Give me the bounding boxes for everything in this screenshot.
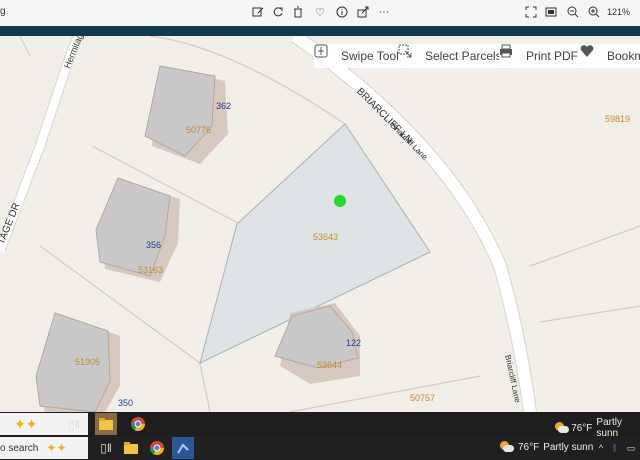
- network-icon[interactable]: ▭: [620, 437, 640, 459]
- draw-icon[interactable]: [250, 4, 266, 20]
- taskbar: ✦✦ ▯‖ 76°F Partly sunn o search ✦✦ ▯‖ 76…: [0, 412, 640, 460]
- address-label: 350: [118, 398, 134, 408]
- fit-icon[interactable]: [543, 4, 559, 20]
- task-view-icon[interactable]: ▯‖: [63, 413, 85, 435]
- info-icon[interactable]: [334, 4, 350, 20]
- sparkle-icon: ✦✦: [46, 441, 67, 455]
- location-marker: [334, 195, 346, 207]
- fullscreen-icon[interactable]: [523, 4, 539, 20]
- zoom-out-icon[interactable]: [565, 4, 581, 20]
- address-label: 356: [146, 240, 162, 250]
- weather-temp: 76°F: [518, 441, 540, 453]
- taskbar-row-bottom: o search ✦✦ ▯‖ 76°F Partly sunn ^ ᛒ ▭: [0, 436, 640, 460]
- share-icon[interactable]: [355, 4, 371, 20]
- parcel-label: 53163: [138, 265, 164, 275]
- parcel-label: 53643: [313, 232, 339, 242]
- printer-icon: [500, 44, 520, 64]
- task-view-icon[interactable]: ▯‖: [95, 437, 117, 459]
- viewer-toolbar: g ♡ ··· 121%: [0, 0, 640, 27]
- zoom-level: 121%: [607, 7, 631, 17]
- taskbar-row-top: ✦✦ ▯‖ 76°F Partly sunn: [0, 412, 640, 439]
- favorite-icon[interactable]: ♡: [312, 4, 328, 20]
- sparkle-icon: ✦✦: [14, 415, 38, 432]
- app-icon[interactable]: [172, 437, 194, 459]
- select-parcels-label: Select Parcels: [425, 49, 502, 63]
- rotate-icon[interactable]: [270, 4, 286, 20]
- parcel-label: 59819: [605, 114, 631, 124]
- swipe-tool-label: Swipe Tool: [341, 49, 399, 63]
- search-placeholder: o search: [0, 442, 39, 454]
- partly-sunny-icon: [500, 441, 514, 453]
- parcel-label: 50757: [410, 393, 436, 403]
- zoom-in-icon[interactable]: [586, 4, 602, 20]
- select-parcels-button[interactable]: Select Parcels: [398, 44, 508, 68]
- select-icon: [398, 44, 419, 64]
- header-accent-bar: [0, 26, 640, 36]
- address-label: 122: [346, 338, 362, 348]
- partly-sunny-icon: [555, 422, 570, 434]
- weather-desc: Partly sunn: [543, 441, 594, 453]
- print-pdf-button[interactable]: Print PDF: [499, 44, 585, 68]
- weather-widget[interactable]: 76°F Partly sunn: [500, 441, 593, 453]
- chrome-icon[interactable]: [146, 437, 168, 459]
- file-explorer-icon[interactable]: [95, 413, 117, 435]
- weather-temp: 76°F: [571, 422, 593, 434]
- file-explorer-icon[interactable]: [120, 437, 142, 459]
- print-pdf-label: Print PDF: [526, 49, 579, 63]
- window-title-fragment: g: [0, 6, 6, 17]
- swipe-tool-button[interactable]: Swipe Tool: [314, 44, 405, 68]
- parcel-label: 53644: [317, 360, 343, 370]
- bookmark-label: Bookm: [607, 49, 640, 63]
- parcel-label: 50776: [186, 125, 212, 135]
- bookmark-button[interactable]: Bookm: [580, 44, 640, 68]
- parcel-map[interactable]: Hermitage L TAGE DR BRIARCLIFF LN Briarc…: [0, 36, 640, 412]
- delete-icon[interactable]: [290, 4, 306, 20]
- swipe-icon: [314, 44, 335, 64]
- taskbar-search[interactable]: o search ✦✦: [0, 437, 88, 459]
- heart-icon: [580, 45, 601, 64]
- parcel-label: 51905: [75, 357, 101, 367]
- chrome-icon[interactable]: [127, 413, 149, 435]
- more-icon[interactable]: ···: [376, 4, 392, 20]
- address-label: 362: [216, 101, 232, 111]
